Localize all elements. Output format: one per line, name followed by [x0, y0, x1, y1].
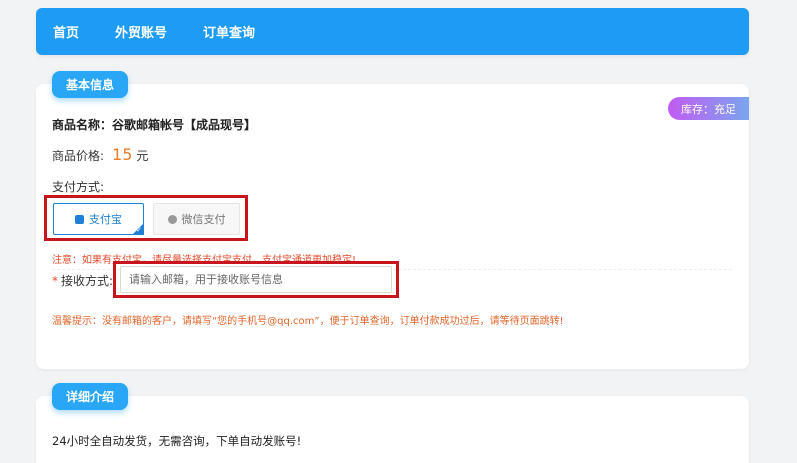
alipay-icon	[75, 214, 84, 224]
top-navbar: 首页 外贸账号 订单查询	[36, 8, 749, 55]
required-asterisk: *	[52, 274, 58, 288]
product-name: 商品名称：谷歌邮箱帐号【成品现号】	[52, 118, 257, 132]
price-value: 15	[112, 145, 133, 164]
email-input[interactable]	[120, 266, 392, 293]
detail-card	[36, 396, 749, 463]
receive-method-label: * 接收方式:	[52, 272, 113, 289]
nav-item-foreign-trade-accounts[interactable]: 外贸账号	[115, 22, 167, 41]
wechat-pay-option-button[interactable]: 微信支付	[153, 203, 240, 235]
price-label: 商品价格:	[52, 149, 105, 163]
stock-status-badge: 库存：充足	[668, 97, 749, 120]
wechat-icon	[167, 214, 177, 224]
price-row: 商品价格: 15 元	[52, 145, 148, 164]
detail-section-title: 详细介绍	[52, 383, 129, 410]
nav-item-home[interactable]: 首页	[53, 22, 79, 41]
friendly-tip: 温馨提示：没有邮箱的客户，请填写“您的手机号@qq.com”，便于订单查询，订单…	[52, 316, 564, 327]
payment-method-label: 支付方式:	[52, 180, 105, 194]
alipay-option-button[interactable]: 支付宝 ✓	[53, 203, 144, 235]
alipay-option-label: 支付宝	[89, 213, 122, 226]
basic-info-section-title: 基本信息	[52, 71, 129, 98]
price-unit: 元	[136, 149, 149, 163]
nav-item-order-query[interactable]: 订单查询	[203, 22, 255, 41]
check-icon: ✓	[136, 226, 142, 234]
detail-description: 24小时全自动发货，无需咨询，下单自动发账号!	[52, 434, 302, 448]
receive-method-text: 接收方式:	[61, 274, 114, 288]
wechat-pay-option-label: 微信支付	[181, 213, 226, 226]
